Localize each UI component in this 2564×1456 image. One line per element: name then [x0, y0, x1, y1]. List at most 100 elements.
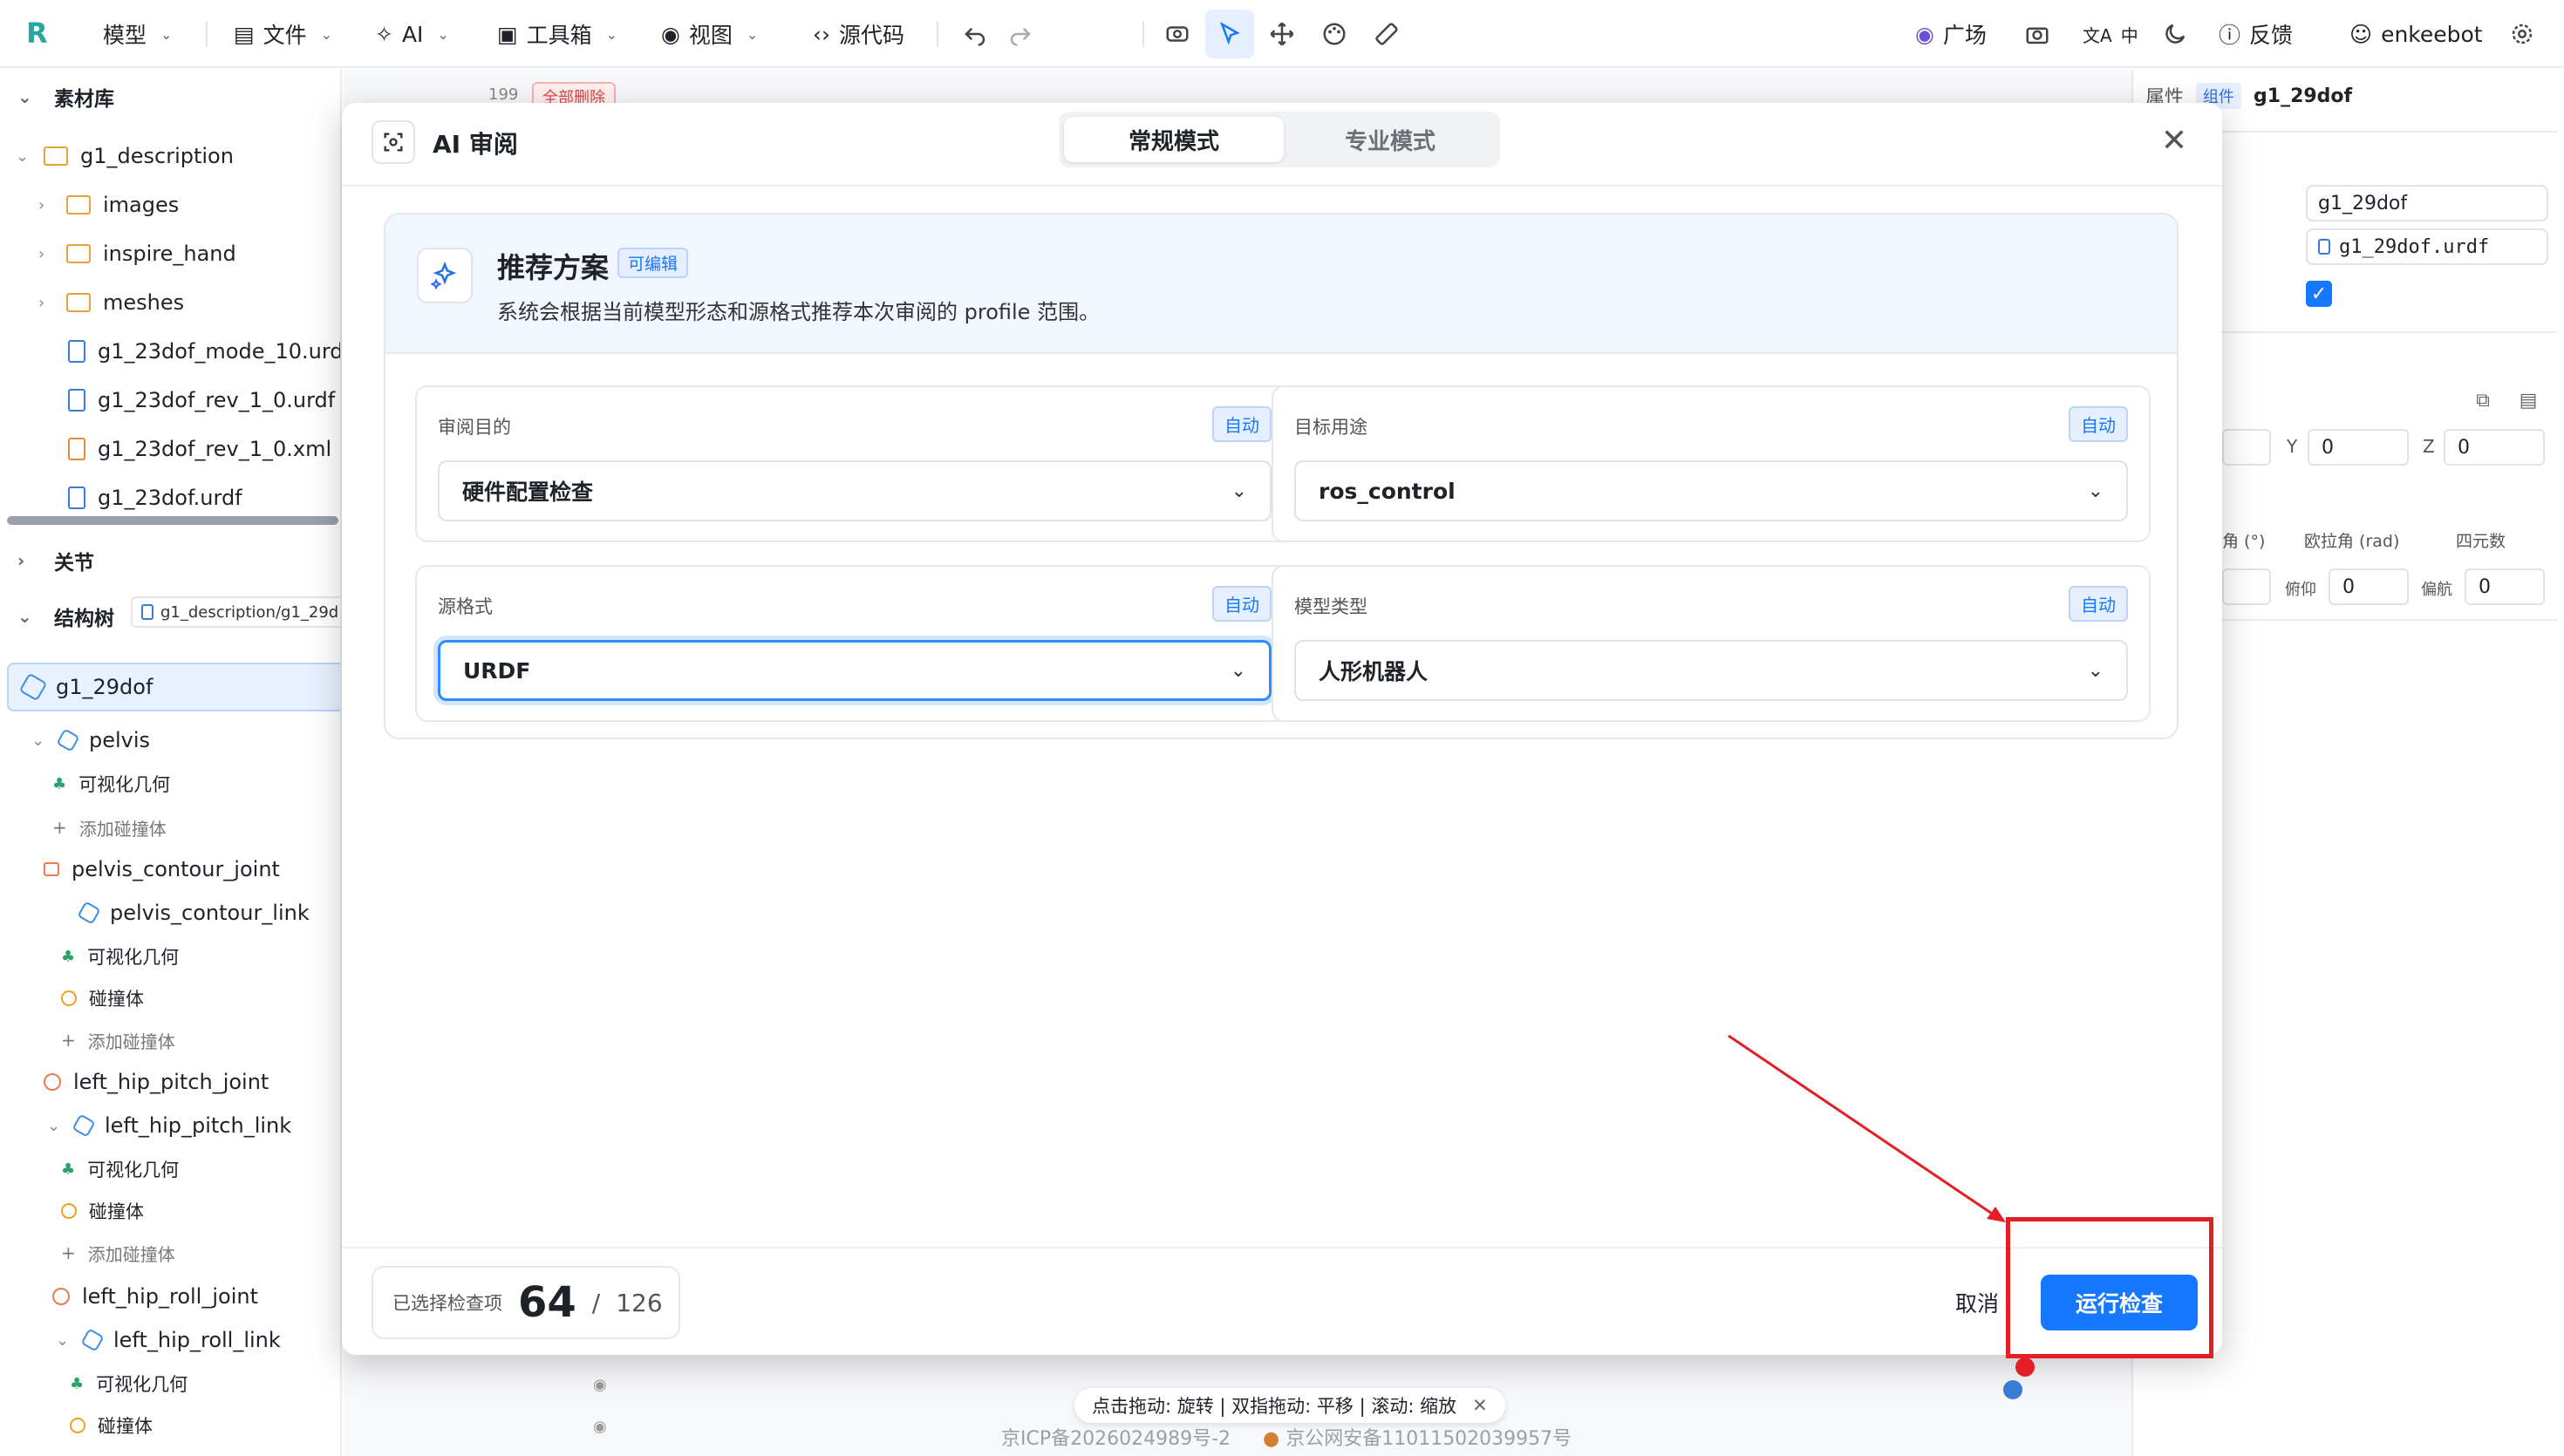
tree-node-collision[interactable]: 碰撞体 [61, 976, 144, 1020]
assets-section-header[interactable]: ⌄ 素材库 [0, 75, 114, 119]
code-icon: ‹› [813, 21, 830, 47]
model-type-select[interactable]: 人形机器人 ⌄ [1294, 640, 2128, 701]
source-format-select[interactable]: URDF ⌄ [438, 640, 1272, 701]
file-item[interactable]: g1_23dof.urdf [68, 476, 242, 520]
close-icon[interactable]: ✕ [2161, 126, 2187, 157]
y-stepper[interactable]: 0 [2308, 429, 2409, 466]
theme-toggle[interactable] [2158, 17, 2192, 51]
move-icon [1270, 22, 1294, 46]
select-tool-button[interactable] [1205, 10, 1254, 58]
yaw-stepper[interactable]: 0 [2465, 568, 2545, 605]
measure-tool-button[interactable] [1369, 17, 1404, 51]
name-input[interactable]: g1_29dof [2306, 185, 2548, 221]
menu-source[interactable]: ‹› 源代码 [813, 17, 904, 51]
tree-node-link[interactable]: ⌄ left_hip_pitch_link [47, 1104, 291, 1147]
tree-node-joint[interactable]: left_hip_roll_joint [52, 1275, 258, 1318]
tree-node-label: 可视化几何 [87, 947, 180, 968]
tree-node-visual[interactable]: ♣ 可视化几何 [70, 1362, 188, 1405]
redo-button[interactable] [1003, 17, 1038, 51]
move-tool-button[interactable] [1265, 17, 1299, 51]
copy-button[interactable]: ⧉ [2470, 387, 2496, 413]
undo-button[interactable] [958, 17, 992, 51]
tree-node-visual[interactable]: ♣ 可视化几何 [61, 935, 179, 978]
chevron-down-icon: ⌄ [16, 146, 30, 166]
plus-icon: + [52, 817, 67, 838]
material-tool-button[interactable] [1317, 17, 1352, 51]
tree-path-chip[interactable]: g1_description/g1_29d [131, 596, 340, 628]
file-item[interactable]: g1_23dof_rev_1_0.xml [68, 427, 331, 471]
tab-pro-mode[interactable]: 专业模式 [1280, 117, 1500, 162]
horizontal-scrollbar[interactable] [7, 516, 338, 525]
icp-record[interactable]: 京ICP备2026024989号-2 [1001, 1423, 1231, 1451]
settings-button[interactable] [2505, 17, 2540, 51]
tree-node-visual[interactable]: ♣ 可视化几何 [61, 1147, 179, 1191]
moon-icon [2165, 24, 2186, 44]
file-icon [68, 389, 85, 412]
screenshot-button[interactable] [2020, 17, 2055, 51]
file-item[interactable]: g1_23dof_mode_10.urdf [68, 330, 340, 373]
pitch-stepper[interactable]: 0 [2329, 568, 2409, 605]
x-stepper[interactable] [2222, 429, 2271, 466]
z-stepper[interactable]: 0 [2444, 429, 2545, 466]
tree-node-joint[interactable]: pelvis_contour_joint [44, 847, 280, 891]
roll-stepper[interactable] [2222, 568, 2271, 605]
field-review-purpose: 审阅目的 自动 硬件配置检查 ⌄ [415, 385, 1294, 542]
menu-ai[interactable]: ✧ AI ⌄ [375, 17, 449, 51]
tree-node-joint[interactable]: left_hip_pitch_joint [44, 1060, 269, 1104]
menu-model-label: 模型 [103, 23, 147, 48]
quaternion-tab[interactable]: 四元数 [2456, 528, 2506, 552]
menu-view[interactable]: ◉ 视图 ⌄ [661, 17, 758, 51]
menu-toolbox[interactable]: ▣ 工具箱 ⌄ [497, 17, 617, 51]
tree-node-label: 添加碰撞体 [87, 1031, 175, 1052]
tree-node-root[interactable]: g1_29dof [7, 663, 340, 711]
plaza-link[interactable]: ◉ 广场 [1915, 17, 1987, 51]
menu-model[interactable]: 模型 ⌄ [103, 17, 172, 51]
folder-images[interactable]: › images [38, 183, 179, 227]
target-usage-select[interactable]: ros_control ⌄ [1294, 460, 2128, 521]
app-logo[interactable]: R [26, 17, 58, 49]
tree-section-header[interactable]: ⌄ 结构树 [0, 595, 114, 638]
divider [206, 21, 208, 47]
folder-icon [66, 293, 91, 312]
tree-node-visual[interactable]: ♣ 可视化几何 [52, 762, 170, 806]
cancel-button[interactable]: 取消 [1955, 1287, 1999, 1318]
focus-view-button[interactable] [1160, 17, 1195, 51]
menu-file[interactable]: ▤ 文件 ⌄ [234, 17, 332, 51]
tab-normal-mode[interactable]: 常规模式 [1064, 117, 1284, 162]
badge-icon: ● [1263, 1428, 1280, 1450]
close-icon[interactable]: ✕ [1472, 1395, 1488, 1416]
file-label: g1_23dof.urdf [98, 486, 242, 510]
component-name: g1_29dof [2254, 85, 2353, 107]
enable-checkbox[interactable]: ✓ [2306, 281, 2332, 307]
tree-node-link[interactable]: pelvis_contour_link [77, 891, 310, 935]
chevron-down-icon: ⌄ [160, 25, 173, 43]
folder-inspire-hand[interactable]: › inspire_hand [38, 232, 236, 276]
feedback-button[interactable]: ⓘ 反馈 [2219, 17, 2293, 51]
tree-node-link[interactable]: ⌄ left_hip_roll_link [56, 1318, 281, 1362]
file-input[interactable]: g1_29dof.urdf [2306, 228, 2548, 265]
add-collision-button[interactable]: + 添加碰撞体 [61, 1231, 175, 1275]
file-input-value: g1_29dof.urdf [2339, 235, 2490, 258]
tree-node-link[interactable]: ⌄ pelvis [31, 718, 150, 762]
add-collision-button[interactable]: + 添加碰撞体 [61, 1018, 175, 1062]
police-record[interactable]: ● 京公网安备11011502039957号 [1263, 1423, 1572, 1451]
tree-node-collision[interactable]: 碰撞体 [61, 1189, 144, 1233]
file-item[interactable]: g1_23dof_rev_1_0.urdf [68, 378, 335, 422]
joints-section-header[interactable]: › 关节 [0, 539, 94, 582]
folder-meshes[interactable]: › meshes [38, 281, 184, 324]
folder-label: images [103, 193, 180, 217]
menu-source-label: 源代码 [839, 23, 905, 48]
user-menu[interactable]: ☺ enkeebot [2349, 17, 2483, 51]
annotation-highlight-box [2006, 1217, 2213, 1358]
degrees-tab[interactable]: 角 (°) [2222, 528, 2265, 552]
left-sidebar: ⌄ 素材库 ⌄ g1_description › images › inspire_ha… [0, 70, 342, 1456]
paste-button[interactable]: ▤ [2515, 387, 2541, 413]
plan-header: 推荐方案 可编辑 系统会根据当前模型形态和源格式推荐本次审阅的 profile … [385, 214, 2177, 354]
euler-tab[interactable]: 欧拉角 (rad) [2304, 528, 2399, 552]
add-collision-button[interactable]: + 添加碰撞体 [52, 806, 167, 849]
review-purpose-select[interactable]: 硬件配置检查 ⌄ [438, 460, 1272, 521]
auto-badge: 自动 [2069, 406, 2128, 442]
language-switch[interactable]: 文A 中 [2083, 17, 2138, 51]
tree-node-collision[interactable]: 碰撞体 [70, 1404, 153, 1447]
folder-root[interactable]: ⌄ g1_description [16, 134, 234, 178]
